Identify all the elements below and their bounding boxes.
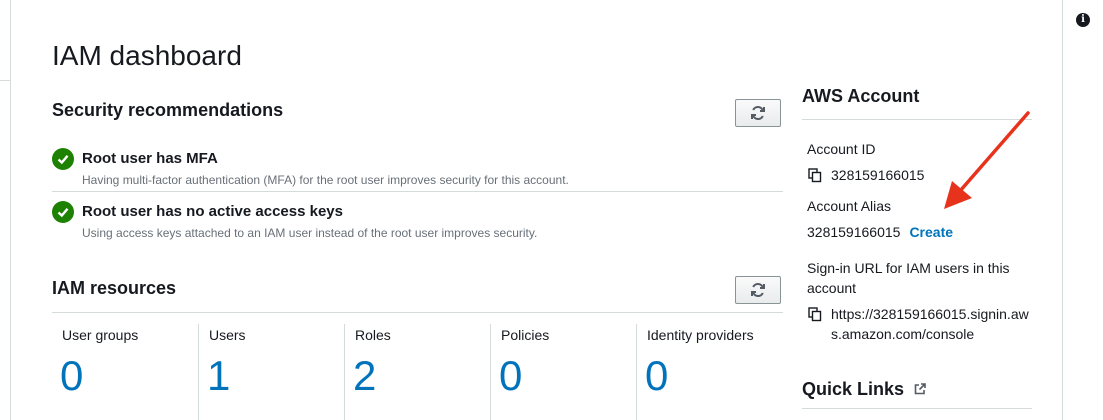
aws-account-title: AWS Account: [802, 86, 920, 106]
resource-count-link[interactable]: 0: [60, 352, 83, 400]
page-title: IAM dashboard: [52, 40, 242, 71]
annotation-arrow: [944, 111, 1030, 209]
signin-url-label: Sign-in URL for IAM users in this accoun…: [807, 260, 1010, 296]
resource-label: User groups: [62, 327, 139, 343]
resources-divider: [52, 312, 783, 313]
resource-roles: Roles 2: [344, 324, 490, 420]
recommendation-description: Using access keys attached to an IAM use…: [82, 226, 538, 240]
create-alias-link[interactable]: Create: [909, 224, 953, 240]
account-alias-label: Account Alias: [807, 198, 892, 214]
resource-label: Users: [209, 327, 246, 343]
signin-url-value[interactable]: https://328159166015.signin.aws.amazon.c…: [807, 304, 1032, 344]
recommendation-divider: [52, 191, 783, 192]
copy-icon[interactable]: [807, 167, 823, 183]
info-icon[interactable]: i: [1076, 13, 1090, 27]
resource-count-link[interactable]: 2: [353, 352, 376, 400]
recommendation-item: Root user has no active access keys Usin…: [52, 201, 783, 244]
resources-refresh-button[interactable]: [735, 276, 781, 304]
resource-label: Roles: [355, 327, 391, 343]
resource-policies: Policies 0: [490, 324, 636, 420]
recommendation-item: Root user has MFA Having multi-factor au…: [52, 148, 783, 191]
check-circle-icon: [52, 201, 74, 223]
account-alias-value: 328159166015: [807, 224, 901, 240]
account-alias-row: 328159166015 Create: [807, 224, 953, 240]
left-nav-edge: [0, 0, 10, 420]
security-refresh-button[interactable]: [735, 99, 781, 127]
refresh-icon: [751, 282, 765, 298]
quick-links-title[interactable]: Quick Links: [802, 379, 927, 400]
recommendation-description: Having multi-factor authentication (MFA)…: [82, 173, 569, 187]
signin-url-row: https://328159166015.signin.aws.amazon.c…: [807, 304, 1032, 344]
resource-count-link[interactable]: 0: [645, 352, 668, 400]
right-panel-divider: [1062, 0, 1063, 420]
refresh-icon: [751, 105, 765, 121]
copy-icon[interactable]: [807, 306, 823, 322]
resource-users: Users 1: [198, 324, 344, 420]
account-id-row: 328159166015: [807, 167, 924, 183]
external-link-icon: [914, 383, 926, 395]
account-id-label: Account ID: [807, 141, 876, 157]
account-id-value: 328159166015: [831, 167, 925, 183]
recommendation-title: Root user has MFA: [82, 150, 218, 167]
resource-identity-providers: Identity providers 0: [636, 324, 784, 420]
quick-links-divider: [802, 408, 1032, 409]
resource-label: Identity providers: [647, 327, 754, 343]
resource-count-link[interactable]: 1: [207, 352, 230, 400]
resource-count-link[interactable]: 0: [499, 352, 522, 400]
resource-user-groups: User groups 0: [52, 324, 197, 420]
resource-label: Policies: [501, 327, 550, 343]
iam-resources-title: IAM resources: [52, 278, 177, 298]
security-recommendations-title: Security recommendations: [52, 100, 284, 120]
left-divider: [10, 0, 11, 420]
quick-links-label: Quick Links: [802, 379, 905, 399]
check-circle-icon: [52, 148, 74, 170]
recommendation-title: Root user has no active access keys: [82, 203, 343, 220]
